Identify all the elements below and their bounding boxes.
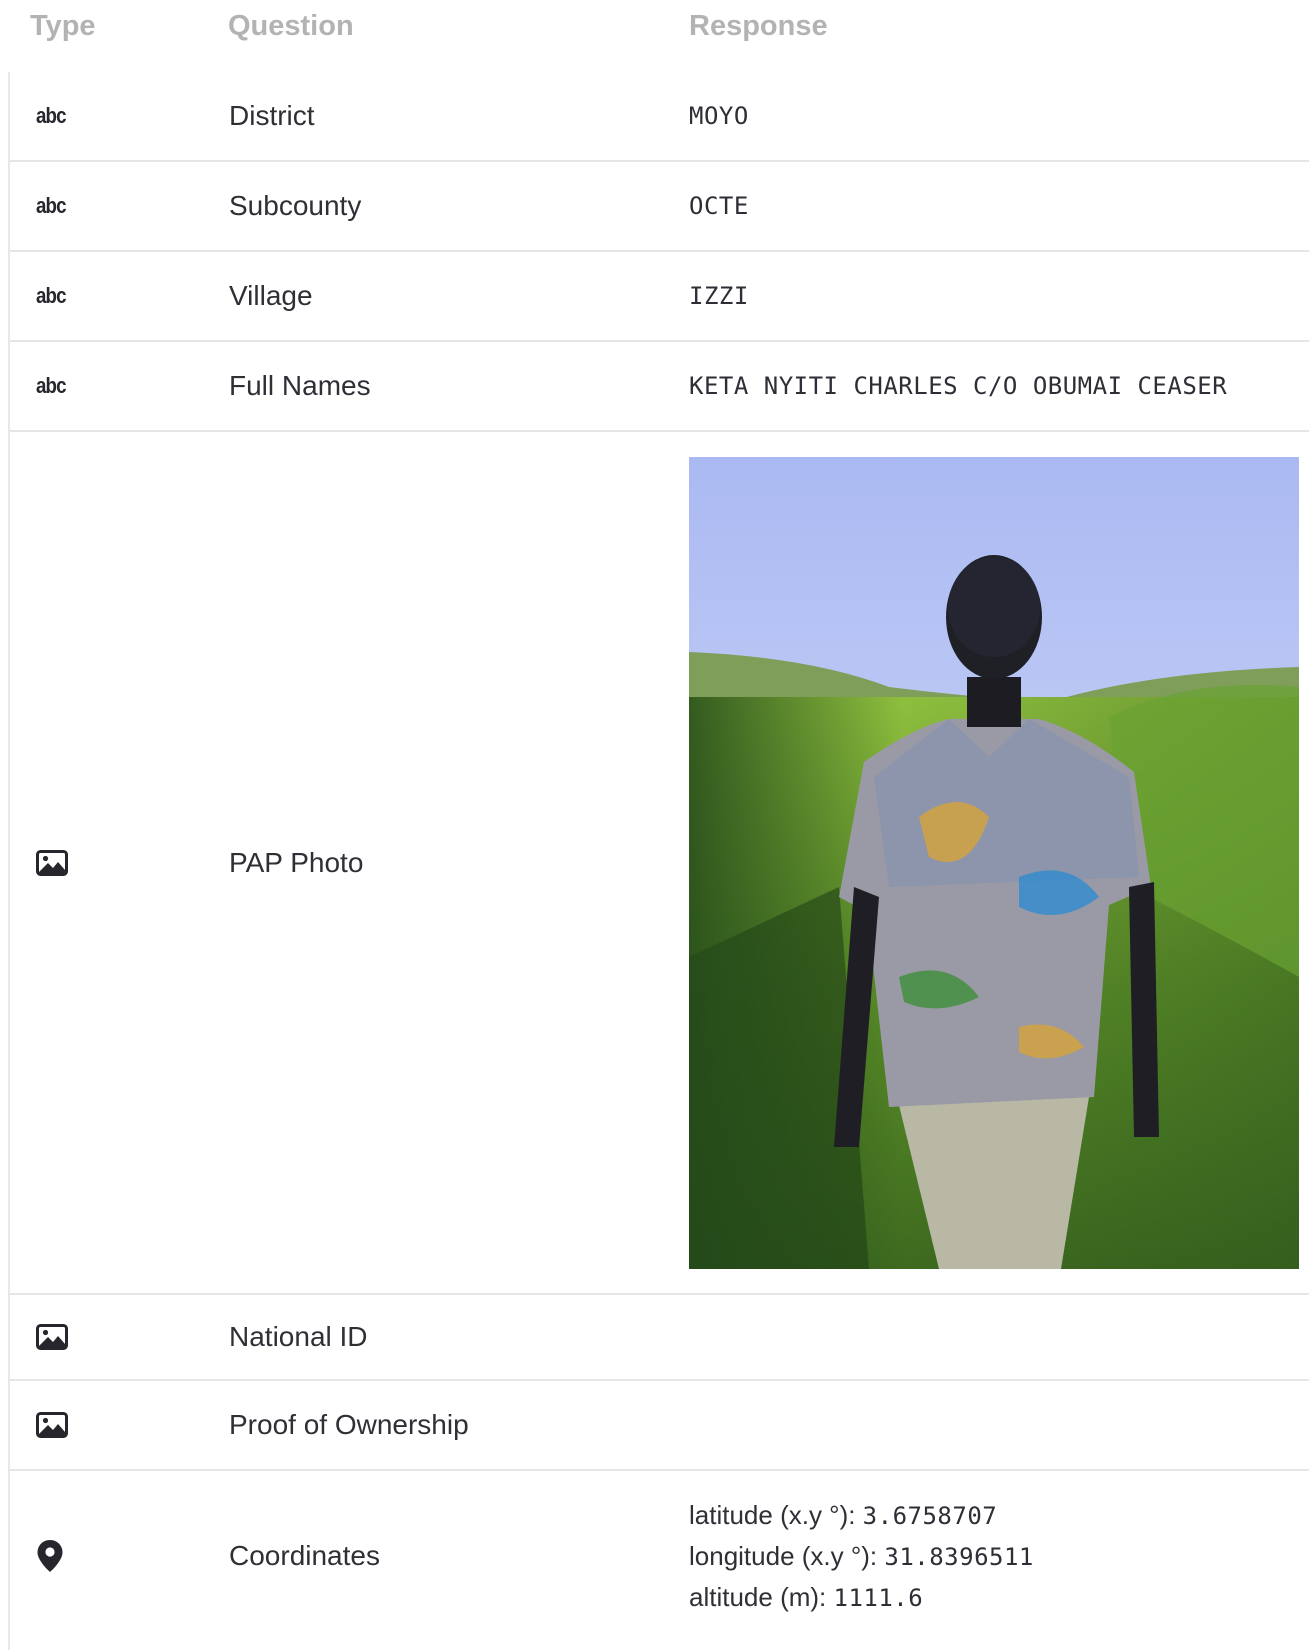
table-row: abc Village IZZI bbox=[8, 252, 1309, 342]
text-type-icon: abc bbox=[36, 103, 67, 128]
image-icon bbox=[36, 1324, 68, 1350]
submission-table: abc District MOYO abc Subcounty OCTE abc… bbox=[8, 72, 1309, 1641]
table-row: Coordinates latitude (x.y °): 3.6758707 … bbox=[8, 1471, 1309, 1641]
table-header: Type Question Response bbox=[0, 0, 1309, 62]
text-type-icon: abc bbox=[36, 193, 67, 218]
table-row: abc Subcounty OCTE bbox=[8, 162, 1309, 252]
coordinates-response: latitude (x.y °): 3.6758707 longitude (x… bbox=[689, 1500, 1034, 1613]
table-row: National ID bbox=[8, 1295, 1309, 1381]
location-pin-icon bbox=[37, 1540, 63, 1572]
question-label: District bbox=[229, 100, 315, 131]
response-value: KETA NYITI CHARLES C/O OBUMAI CEASER bbox=[689, 372, 1228, 400]
altitude-value: 1111.6 bbox=[833, 1583, 924, 1612]
text-type-icon: abc bbox=[36, 283, 67, 308]
response-value: OCTE bbox=[689, 192, 749, 220]
question-label: Full Names bbox=[229, 370, 371, 401]
altitude-line: altitude (m): 1111.6 bbox=[689, 1582, 1034, 1613]
latitude-label: latitude (x.y °): bbox=[689, 1499, 863, 1530]
table-row: abc District MOYO bbox=[8, 72, 1309, 162]
longitude-label: longitude (x.y °): bbox=[689, 1540, 885, 1571]
question-label: Village bbox=[229, 280, 313, 311]
image-icon bbox=[36, 1412, 68, 1438]
text-type-icon: abc bbox=[36, 373, 67, 398]
header-question: Question bbox=[228, 10, 354, 42]
response-value: MOYO bbox=[689, 102, 749, 130]
question-label: Subcounty bbox=[229, 190, 362, 221]
latitude-line: latitude (x.y °): 3.6758707 bbox=[689, 1500, 1034, 1531]
question-label: National ID bbox=[229, 1321, 368, 1352]
header-response: Response bbox=[689, 10, 828, 42]
pap-photo[interactable] bbox=[689, 456, 1299, 1269]
response-value: IZZI bbox=[689, 282, 749, 310]
question-label: PAP Photo bbox=[229, 846, 364, 878]
altitude-label: altitude (m): bbox=[689, 1581, 834, 1612]
longitude-value: 31.8396511 bbox=[884, 1542, 1034, 1571]
question-label: Proof of Ownership bbox=[229, 1409, 469, 1440]
table-row: Proof of Ownership bbox=[8, 1381, 1309, 1471]
latitude-value: 3.6758707 bbox=[862, 1501, 998, 1530]
header-type: Type bbox=[30, 10, 96, 42]
image-icon bbox=[36, 849, 68, 876]
question-label: Coordinates bbox=[229, 1540, 380, 1571]
table-row: PAP Photo bbox=[8, 432, 1309, 1295]
longitude-line: longitude (x.y °): 31.8396511 bbox=[689, 1541, 1034, 1572]
table-row: abc Full Names KETA NYITI CHARLES C/O OB… bbox=[8, 342, 1309, 432]
